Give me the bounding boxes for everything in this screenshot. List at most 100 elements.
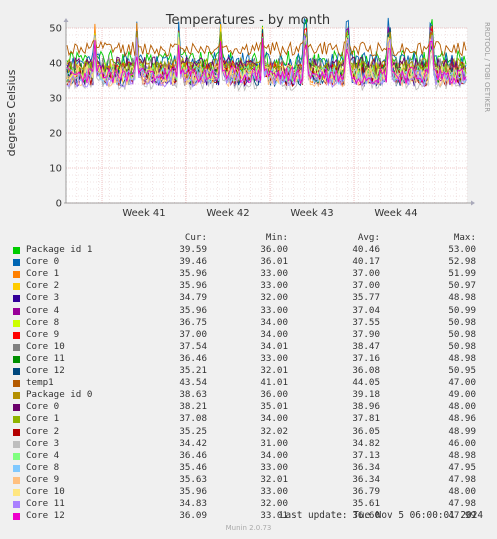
legend-min: 41.01 bbox=[260, 377, 288, 389]
legend-row: Core 0 39.46 36.01 40.17 52.98 bbox=[0, 256, 497, 268]
legend-min: 34.01 bbox=[260, 340, 288, 352]
legend-row: Core 11 34.83 32.00 35.61 47.98 bbox=[0, 498, 497, 510]
legend-avg: 37.04 bbox=[352, 304, 380, 316]
legend: Cur: Min: Avg: Max: Package id 1 39.59 36.… bbox=[0, 232, 497, 522]
side-label: RRDTOOL / TOBI OETIKER bbox=[483, 22, 491, 112]
legend-swatch bbox=[13, 440, 20, 448]
legend-avg: 38.96 bbox=[352, 401, 380, 413]
legend-series-name: Core 9 bbox=[26, 328, 60, 340]
legend-max: 48.98 bbox=[448, 352, 476, 364]
legend-series-name: Core 9 bbox=[26, 473, 60, 485]
legend-avg: 37.55 bbox=[352, 316, 380, 328]
legend-max: 50.97 bbox=[448, 280, 476, 292]
legend-min: 32.02 bbox=[260, 425, 288, 437]
legend-series-name: Core 8 bbox=[26, 316, 60, 328]
legend-max: 47.98 bbox=[448, 473, 476, 485]
legend-avg: 36.08 bbox=[352, 365, 380, 377]
legend-series-name: Core 11 bbox=[26, 498, 65, 510]
x-tick-label: Week 43 bbox=[290, 208, 333, 219]
legend-series-name: Core 10 bbox=[26, 485, 65, 497]
legend-cur: 37.54 bbox=[179, 340, 207, 352]
legend-cur: 35.96 bbox=[179, 280, 207, 292]
legend-header: Cur: Min: Avg: Max: bbox=[0, 232, 497, 244]
legend-series-name: Core 0 bbox=[26, 401, 60, 413]
legend-series-name: Core 4 bbox=[26, 304, 60, 316]
legend-series-name: Core 3 bbox=[26, 437, 60, 449]
legend-swatch bbox=[13, 355, 20, 363]
legend-series-name: Core 11 bbox=[26, 352, 65, 364]
legend-series-name: Core 1 bbox=[26, 268, 60, 280]
legend-series-name: Core 2 bbox=[26, 425, 60, 437]
legend-avg: 37.90 bbox=[352, 328, 380, 340]
legend-avg: 40.46 bbox=[352, 244, 380, 256]
legend-series-name: Core 2 bbox=[26, 280, 60, 292]
legend-cur: 35.96 bbox=[179, 304, 207, 316]
legend-swatch bbox=[13, 392, 20, 400]
legend-max: 49.00 bbox=[448, 389, 476, 401]
legend-cur: 35.46 bbox=[179, 461, 207, 473]
legend-swatch bbox=[13, 331, 20, 339]
legend-max: 47.98 bbox=[448, 498, 476, 510]
legend-swatch bbox=[13, 368, 20, 376]
legend-min: 32.00 bbox=[260, 498, 288, 510]
legend-series-name: Core 8 bbox=[26, 461, 60, 473]
legend-cur: 36.09 bbox=[179, 510, 207, 522]
legend-max: 50.98 bbox=[448, 316, 476, 328]
legend-avg: 44.05 bbox=[352, 377, 380, 389]
legend-series-name: Package id 1 bbox=[26, 244, 93, 256]
legend-swatch bbox=[13, 476, 20, 484]
col-min-header: Min: bbox=[265, 232, 288, 243]
legend-swatch bbox=[13, 259, 20, 267]
legend-row: Core 8 35.46 33.00 36.34 47.95 bbox=[0, 462, 497, 474]
legend-avg: 38.47 bbox=[352, 340, 380, 352]
legend-row: Core 8 36.75 34.00 37.55 50.98 bbox=[0, 317, 497, 329]
legend-max: 51.99 bbox=[448, 268, 476, 280]
legend-avg: 37.00 bbox=[352, 280, 380, 292]
y-tick-label: 40 bbox=[49, 59, 62, 70]
legend-row: Core 9 37.00 34.00 37.90 50.98 bbox=[0, 329, 497, 341]
legend-max: 48.96 bbox=[448, 413, 476, 425]
legend-max: 53.00 bbox=[448, 244, 476, 256]
legend-cur: 39.59 bbox=[179, 244, 207, 256]
legend-row: Core 10 37.54 34.01 38.47 50.98 bbox=[0, 341, 497, 353]
legend-min: 32.00 bbox=[260, 292, 288, 304]
last-update: Last update: Tue Nov 5 06:00:01 2024 bbox=[279, 510, 483, 521]
legend-avg: 35.77 bbox=[352, 292, 380, 304]
legend-avg: 35.61 bbox=[352, 498, 380, 510]
legend-cur: 35.25 bbox=[179, 425, 207, 437]
legend-series-name: Core 3 bbox=[26, 292, 60, 304]
legend-swatch bbox=[13, 464, 20, 472]
legend-max: 50.99 bbox=[448, 304, 476, 316]
legend-max: 48.00 bbox=[448, 485, 476, 497]
legend-cur: 43.54 bbox=[179, 377, 207, 389]
legend-series-name: Core 0 bbox=[26, 256, 60, 268]
legend-row: Core 1 35.96 33.00 37.00 51.99 bbox=[0, 268, 497, 280]
legend-swatch bbox=[13, 404, 20, 412]
legend-max: 50.95 bbox=[448, 365, 476, 377]
x-tick-label: Week 44 bbox=[374, 208, 417, 219]
legend-cur: 38.21 bbox=[179, 401, 207, 413]
legend-avg: 37.13 bbox=[352, 449, 380, 461]
legend-row: Core 3 34.79 32.00 35.77 48.98 bbox=[0, 292, 497, 304]
y-axis-label: degrees Celsius bbox=[5, 69, 18, 156]
y-tick-label: 20 bbox=[49, 129, 62, 140]
legend-row: temp1 43.54 41.01 44.05 47.00 bbox=[0, 377, 497, 389]
legend-avg: 36.79 bbox=[352, 485, 380, 497]
legend-swatch bbox=[13, 343, 20, 351]
legend-max: 47.95 bbox=[448, 461, 476, 473]
legend-cur: 35.63 bbox=[179, 473, 207, 485]
legend-cur: 37.00 bbox=[179, 328, 207, 340]
legend-swatch bbox=[13, 283, 20, 291]
legend-min: 34.00 bbox=[260, 328, 288, 340]
legend-min: 36.01 bbox=[260, 256, 288, 268]
legend-swatch bbox=[13, 452, 20, 460]
legend-row: Core 12 35.21 32.01 36.08 50.95 bbox=[0, 365, 497, 377]
legend-series-name: Core 10 bbox=[26, 340, 65, 352]
y-tick-label: 10 bbox=[49, 164, 62, 175]
legend-row: Core 2 35.25 32.02 36.05 48.99 bbox=[0, 426, 497, 438]
legend-series-name: temp1 bbox=[26, 377, 54, 389]
legend-min: 35.01 bbox=[260, 401, 288, 413]
legend-cur: 36.75 bbox=[179, 316, 207, 328]
legend-max: 48.00 bbox=[448, 401, 476, 413]
legend-min: 33.00 bbox=[260, 268, 288, 280]
